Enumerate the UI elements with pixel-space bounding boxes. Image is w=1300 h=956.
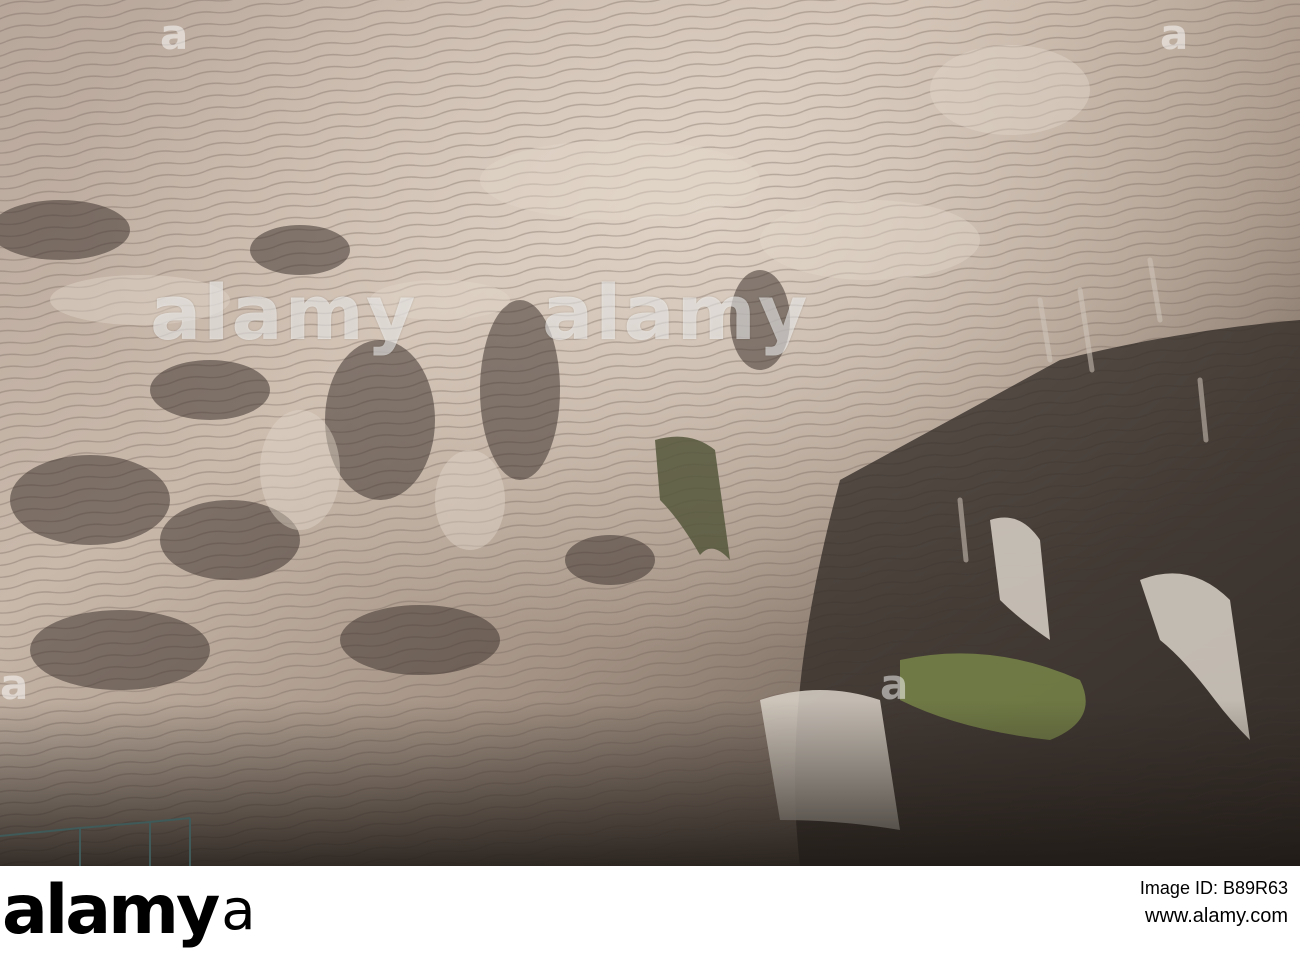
logo-text: alamy (2, 871, 220, 950)
cave-photo: a a alamy alamy a a (0, 0, 1300, 866)
image-id-label: Image ID: B89R63 (1139, 878, 1288, 898)
cave-ceiling-image (0, 0, 1300, 866)
image-info: Image ID: B89R63 www.alamy.com (1140, 878, 1288, 928)
logo-mark-icon: a (221, 878, 255, 943)
alamy-logo[interactable]: alamy a (0, 866, 256, 956)
site-link[interactable]: www.alamy.com (1140, 905, 1288, 928)
